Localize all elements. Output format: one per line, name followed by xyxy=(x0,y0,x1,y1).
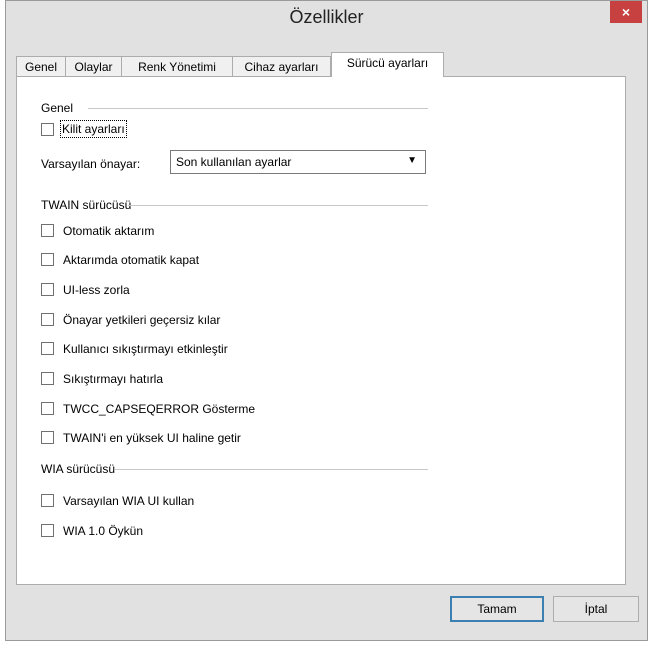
default-wia-ui-label: Varsayılan WIA UI kullan xyxy=(63,494,195,508)
chevron-down-icon: ▼ xyxy=(407,155,417,166)
auto-transfer-label: Otomatik aktarım xyxy=(63,224,155,238)
cancel-button[interactable]: İptal xyxy=(553,596,639,622)
close-button[interactable]: × xyxy=(610,1,642,23)
wia-group-divider xyxy=(115,469,428,470)
remember-compression-checkbox[interactable] xyxy=(41,372,54,385)
hide-capseqerror-label: TWCC_CAPSEQERROR Gösterme xyxy=(63,402,256,416)
tab-events[interactable]: Olaylar xyxy=(65,56,122,76)
user-compression-label: Kullanıcı sıkıştırmayı etkinleştir xyxy=(63,342,228,356)
auto-close-label: Aktarımda otomatik kapat xyxy=(63,253,200,267)
general-group-title: Genel xyxy=(41,101,74,115)
remember-compression-label: Sıkıştırmayı hatırla xyxy=(63,372,164,386)
lock-settings-checkbox[interactable] xyxy=(41,123,54,136)
user-compression-checkbox[interactable] xyxy=(41,342,54,355)
wia-group-title: WIA sürücüsü xyxy=(41,462,116,476)
tab-driver-settings[interactable]: Sürücü ayarları xyxy=(331,52,444,77)
preset-override-checkbox[interactable] xyxy=(41,313,54,326)
auto-close-checkbox[interactable] xyxy=(41,253,54,266)
lock-settings-label: Kilit ayarları xyxy=(60,120,127,138)
hide-capseqerror-checkbox[interactable] xyxy=(41,402,54,415)
auto-transfer-checkbox[interactable] xyxy=(41,224,54,237)
wia-emulate-checkbox[interactable] xyxy=(41,524,54,537)
window-title: Özellikler xyxy=(289,7,364,27)
force-uiless-label: UI-less zorla xyxy=(63,283,130,297)
tab-color-management[interactable]: Renk Yönetimi xyxy=(121,56,233,76)
twain-group-title: TWAIN sürücüsü xyxy=(41,198,132,212)
preset-override-label: Önayar yetkileri geçersiz kılar xyxy=(63,313,221,327)
default-wia-ui-checkbox[interactable] xyxy=(41,494,54,507)
default-preset-select[interactable]: Son kullanılan ayarlar ▼ xyxy=(170,150,426,174)
force-uiless-checkbox[interactable] xyxy=(41,283,54,296)
default-preset-value: Son kullanılan ayarlar xyxy=(176,155,292,169)
wia-emulate-label: WIA 1.0 Öykün xyxy=(63,524,144,538)
close-icon: × xyxy=(621,4,631,20)
default-preset-label: Varsayılan önayar: xyxy=(41,157,141,171)
title-bar: Özellikler × xyxy=(6,1,647,35)
tab-general[interactable]: Genel xyxy=(16,56,66,76)
twain-group-divider xyxy=(128,205,428,206)
tab-device-settings[interactable]: Cihaz ayarları xyxy=(232,56,331,76)
max-ui-label: TWAIN'i en yüksek UI haline getir xyxy=(63,431,241,445)
ok-button[interactable]: Tamam xyxy=(450,596,544,622)
general-group-divider xyxy=(88,108,428,109)
max-ui-checkbox[interactable] xyxy=(41,431,54,444)
